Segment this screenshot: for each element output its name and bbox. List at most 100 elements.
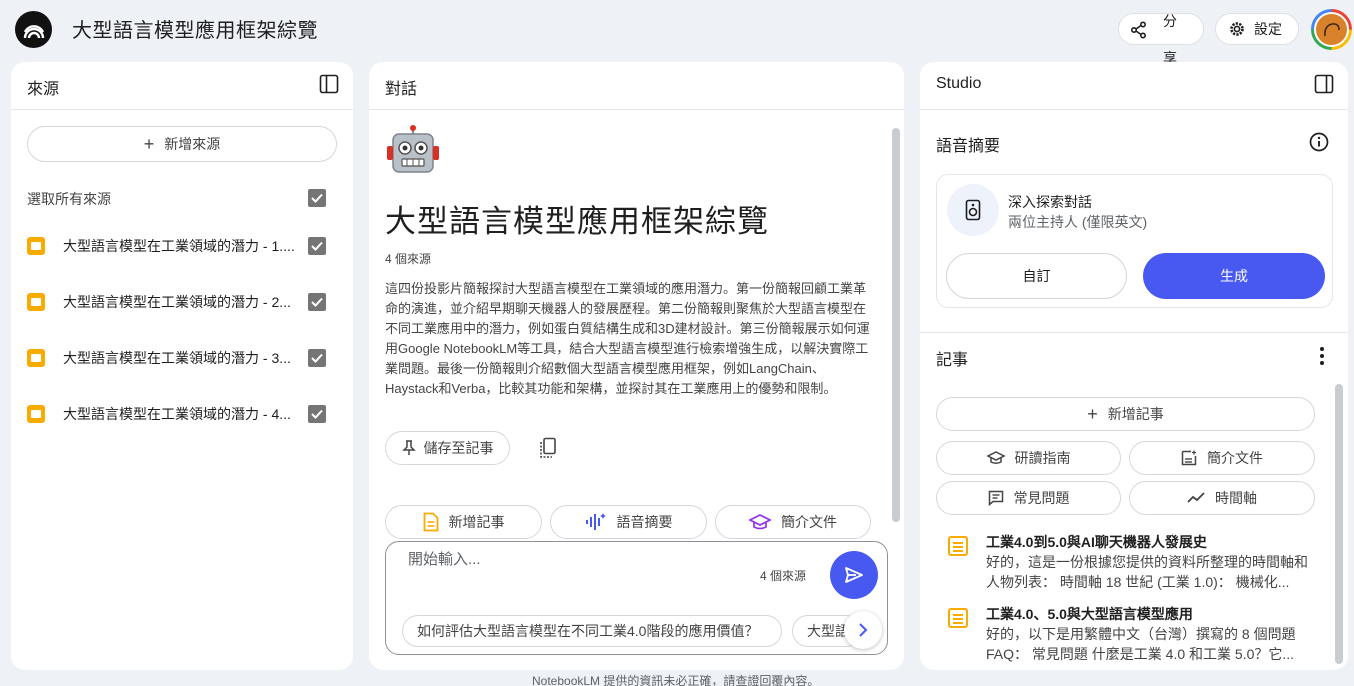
send-button[interactable] — [830, 551, 878, 599]
chat-header: 對話 — [369, 62, 904, 110]
audio-overview-title: 語音摘要 — [936, 138, 1001, 155]
faq-icon — [988, 490, 1003, 506]
source-item[interactable]: 大型語言模型在工業領域的潛力 - 4... — [27, 402, 327, 426]
send-icon — [845, 567, 863, 583]
source-label: 大型語言模型在工業領域的潛力 - 3... — [63, 350, 291, 366]
study-guide-icon — [986, 451, 1005, 464]
share-button[interactable]: 分享 — [1118, 13, 1204, 66]
audio-card-title: 深入探索對話 — [1008, 194, 1092, 210]
generate-button[interactable]: 生成 — [1143, 253, 1325, 299]
source-item[interactable]: 大型語言模型在工業領域的潛力 - 2... — [27, 290, 327, 314]
check-icon — [311, 193, 323, 203]
add-source-label: 新增來源 — [164, 136, 221, 152]
add-note-label: 新增記事 — [1107, 406, 1164, 422]
chat-input-placeholder[interactable]: 開始輸入... — [408, 548, 481, 569]
note-item[interactable]: 工業4.0、5.0與大型語言模型應用 好的，以下是用繁體中文（台灣）撰寫的 8 … — [948, 604, 1308, 664]
audio-overview-card: 深入探索對話 兩位主持人 (僅限英文) 自訂 生成 — [936, 174, 1333, 308]
input-source-count: 4 個來源 — [760, 569, 807, 583]
source-item[interactable]: 大型語言模型在工業領域的潛力 - 3... — [27, 346, 327, 370]
plus-icon: + — [1087, 403, 1098, 424]
timeline-button[interactable]: 時間軸 — [1129, 481, 1315, 515]
graduation-cap-icon — [749, 514, 771, 530]
briefing-doc-label: 簡介文件 — [1207, 450, 1263, 466]
avatar[interactable] — [1311, 9, 1352, 50]
chat-panel: 對話 大型語言模型應用框架綜覽 4 個來源 這四份投影片簡報探討大型語言模型在工… — [369, 62, 904, 670]
faq-button[interactable]: 常見問題 — [936, 481, 1121, 515]
source-checkbox[interactable] — [308, 293, 326, 311]
settings-button[interactable]: 設定 — [1215, 13, 1299, 45]
study-guide-label: 研讀指南 — [1014, 450, 1071, 466]
chat-scrollbar[interactable] — [892, 128, 900, 522]
collapse-panel-icon[interactable] — [319, 74, 339, 94]
add-note-button[interactable]: + 新增記事 — [936, 397, 1315, 431]
notebook-title-header[interactable]: 大型語言模型應用框架綜覽 — [72, 14, 318, 43]
check-icon — [311, 297, 323, 307]
note-doc-icon — [423, 512, 438, 532]
chat-input-box[interactable]: 開始輸入... 4 個來源 如何評估大型語言模型在不同工業4.0階段的應用價值？… — [385, 541, 888, 655]
chevron-right-icon — [859, 623, 868, 637]
add-note-action-button[interactable]: 新增記事 — [385, 505, 542, 539]
sources-header: 來源 — [11, 62, 353, 110]
select-all-checkbox[interactable] — [308, 189, 326, 207]
note-doc-icon — [948, 608, 968, 628]
select-all-label: 選取所有來源 — [27, 191, 111, 207]
note-preview: 好的，以下是用繁體中文（台灣）撰寫的 8 個問題 FAQ： 常見問題 什麼是工業… — [986, 626, 1296, 662]
notebooklm-logo-icon — [23, 24, 44, 38]
note-item[interactable]: 工業4.0到5.0與AI聊天機器人發展史 好的，這是一份根據您提供的資料所整理的… — [948, 532, 1308, 592]
studio-panel: Studio 語音摘要 深入探索對話 兩位主持人 (僅限英文) 自訂 生成 記事 — [920, 62, 1348, 670]
note-title: 工業4.0、5.0與大型語言模型應用 — [986, 606, 1193, 622]
disclaimer-footer: NotebookLM 提供的資訊未必正確，請查證回覆內容。 — [532, 674, 820, 686]
source-label: 大型語言模型在工業領域的潛力 - 4... — [63, 406, 291, 422]
studio-scrollbar[interactable] — [1335, 384, 1343, 664]
suggested-question[interactable]: 如何評估大型語言模型在不同工業4.0階段的應用價值？ — [402, 615, 782, 647]
info-icon[interactable] — [1309, 132, 1329, 152]
add-source-button[interactable]: + 新增來源 — [27, 126, 337, 162]
slides-icon — [27, 405, 45, 423]
check-icon — [311, 409, 323, 419]
briefing-action-button[interactable]: 簡介文件 — [715, 505, 871, 539]
briefing-doc-icon — [1181, 450, 1197, 466]
source-checkbox[interactable] — [308, 405, 326, 423]
robot-emoji-icon — [385, 124, 441, 187]
save-to-note-button[interactable]: 儲存至記事 — [385, 431, 510, 465]
note-preview: 好的，這是一份根據您提供的資料所整理的時間軸和人物列表： 時間軸 18 世紀 (… — [986, 554, 1308, 590]
pin-icon — [401, 440, 416, 455]
source-item[interactable]: 大型語言模型在工業領域的潛力 - 1.... — [27, 234, 327, 258]
note-doc-icon — [948, 536, 968, 556]
timeline-label: 時間軸 — [1215, 490, 1257, 506]
next-suggestion-button[interactable] — [844, 611, 882, 649]
check-icon — [311, 353, 323, 363]
notebook-title: 大型語言模型應用框架綜覽 — [385, 204, 769, 239]
app-logo[interactable] — [15, 11, 52, 48]
sources-panel: 來源 + 新增來源 選取所有來源 大型語言模型在工業領域的潛力 - 1.... … — [11, 62, 353, 670]
chat-title: 對話 — [385, 81, 418, 98]
audio-card-subtitle: 兩位主持人 (僅限英文) — [1008, 214, 1148, 230]
faq-label: 常見問題 — [1013, 490, 1070, 506]
customize-button[interactable]: 自訂 — [946, 253, 1127, 299]
studio-header: Studio — [920, 62, 1348, 110]
note-title: 工業4.0到5.0與AI聊天機器人發展史 — [986, 534, 1207, 550]
source-checkbox[interactable] — [308, 349, 326, 367]
source-checkbox[interactable] — [308, 237, 326, 255]
briefing-doc-button[interactable]: 簡介文件 — [1129, 441, 1315, 475]
section-divider — [920, 332, 1348, 333]
audio-overview-action-button[interactable]: 語音摘要 — [550, 505, 707, 539]
timeline-icon — [1187, 492, 1205, 503]
copy-icon[interactable] — [539, 437, 559, 459]
plus-icon: + — [143, 133, 155, 154]
robot-icon — [387, 125, 439, 173]
sources-title: 來源 — [27, 81, 60, 98]
studio-title: Studio — [936, 75, 982, 92]
briefing-action-label: 簡介文件 — [781, 514, 837, 530]
settings-label: 設定 — [1254, 21, 1282, 37]
slides-icon — [27, 349, 45, 367]
audio-wave-icon — [585, 513, 606, 530]
save-note-label: 儲存至記事 — [423, 440, 494, 456]
study-guide-button[interactable]: 研讀指南 — [936, 441, 1121, 475]
share-icon — [1130, 21, 1147, 39]
collapse-panel-icon[interactable] — [1314, 74, 1334, 94]
audio-overview-action-label: 語音摘要 — [616, 514, 673, 530]
source-label: 大型語言模型在工業領域的潛力 - 2... — [63, 294, 291, 310]
more-vert-icon[interactable] — [1319, 346, 1325, 366]
notebook-summary: 這四份投影片簡報探討大型語言模型在工業領域的應用潛力。第一份簡報回顧工業革命的演… — [385, 281, 870, 396]
